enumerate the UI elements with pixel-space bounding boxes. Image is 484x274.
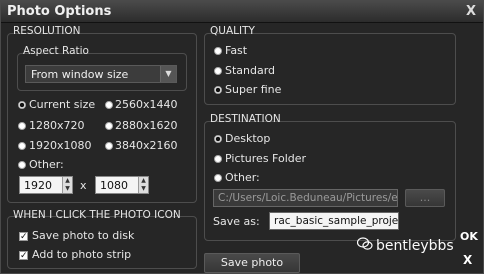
width-value: 1920 <box>24 179 52 192</box>
option-1920x1080[interactable]: 1920x1080 <box>29 139 92 152</box>
aspect-ratio-dropdown[interactable]: From window size ▼ <box>25 65 177 83</box>
width-spinner-icon[interactable]: ▲ ▼ <box>62 177 72 193</box>
radio-3840x2160[interactable] <box>105 142 113 150</box>
height-value: 1080 <box>100 179 128 192</box>
window-title: Photo Options <box>7 4 112 19</box>
destination-path-value: C:/Users/Loic.Beduneau/Pictures/e-o <box>218 192 398 204</box>
option-1280x720[interactable]: 1280x720 <box>29 119 85 132</box>
times-label: x <box>80 179 87 192</box>
watermark: bentleybbs <box>357 237 454 254</box>
save-photo-button[interactable]: Save photo <box>204 253 300 273</box>
radio-desktop[interactable] <box>214 135 222 143</box>
aspect-ratio-value: From window size <box>31 68 129 81</box>
height-input[interactable]: 1080 ▲ ▼ <box>95 176 149 194</box>
save-as-field[interactable]: rac_basic_sample_project <box>269 212 399 230</box>
radio-super-fine[interactable] <box>214 86 222 94</box>
photo-options-dialog: Photo Options X RESOLUTION Aspect Ratio … <box>0 0 484 274</box>
height-spinner-icon[interactable]: ▲ ▼ <box>138 177 148 193</box>
add-to-strip-checkbox[interactable]: ✓ <box>19 251 28 261</box>
photo-icon-heading: WHEN I CLICK THE PHOTO ICON <box>13 209 181 221</box>
option-2560x1440[interactable]: 2560x1440 <box>115 98 178 111</box>
save-to-disk-checkbox[interactable]: ✓ <box>19 232 28 242</box>
radio-other-resolution[interactable] <box>18 161 26 169</box>
save-photo-label: Save photo <box>220 256 284 269</box>
option-2880x1620[interactable]: 2880x1620 <box>115 119 178 132</box>
width-input[interactable]: 1920 ▲ ▼ <box>19 176 73 194</box>
option-3840x2160[interactable]: 3840x2160 <box>115 139 178 152</box>
option-pictures-folder[interactable]: Pictures Folder <box>225 152 306 165</box>
option-current-size[interactable]: Current size <box>29 98 95 111</box>
option-standard[interactable]: Standard <box>225 64 275 77</box>
option-fast[interactable]: Fast <box>225 44 247 57</box>
watermark-text: bentleybbs <box>376 238 454 254</box>
option-super-fine[interactable]: Super fine <box>225 83 281 96</box>
radio-1920x1080[interactable] <box>18 142 26 150</box>
save-as-label: Save as: <box>213 215 260 228</box>
photo-icon-group <box>7 216 197 269</box>
radio-2880x1620[interactable] <box>105 122 113 130</box>
browse-label: ... <box>419 191 431 204</box>
browse-button[interactable]: ... <box>405 189 445 207</box>
close-button[interactable]: X <box>463 253 472 267</box>
radio-standard[interactable] <box>214 67 222 75</box>
save-as-value: rac_basic_sample_project <box>274 215 399 227</box>
save-to-disk-label[interactable]: Save photo to disk <box>32 229 134 242</box>
radio-other-destination[interactable] <box>214 174 222 182</box>
radio-1280x720[interactable] <box>18 122 26 130</box>
destination-heading: DESTINATION <box>210 113 281 125</box>
radio-current-size[interactable] <box>18 101 26 109</box>
option-other-destination[interactable]: Other: <box>225 171 260 184</box>
chevron-down-icon[interactable]: ▼ <box>160 66 176 82</box>
close-icon[interactable]: X <box>463 4 479 20</box>
radio-2560x1440[interactable] <box>105 101 113 109</box>
option-other-resolution[interactable]: Other: <box>29 158 64 171</box>
resolution-heading: RESOLUTION <box>13 25 81 37</box>
quality-heading: QUALITY <box>210 25 255 37</box>
radio-fast[interactable] <box>214 47 222 55</box>
aspect-ratio-label: Aspect Ratio <box>23 45 89 57</box>
title-bar: Photo Options X <box>1 1 483 23</box>
wechat-icon <box>357 237 373 250</box>
ok-button[interactable]: OK <box>460 230 478 243</box>
option-desktop[interactable]: Desktop <box>225 132 270 145</box>
radio-pictures-folder[interactable] <box>214 155 222 163</box>
destination-path-field[interactable]: C:/Users/Loic.Beduneau/Pictures/e-o <box>213 189 398 207</box>
add-to-strip-label[interactable]: Add to photo strip <box>32 248 131 261</box>
